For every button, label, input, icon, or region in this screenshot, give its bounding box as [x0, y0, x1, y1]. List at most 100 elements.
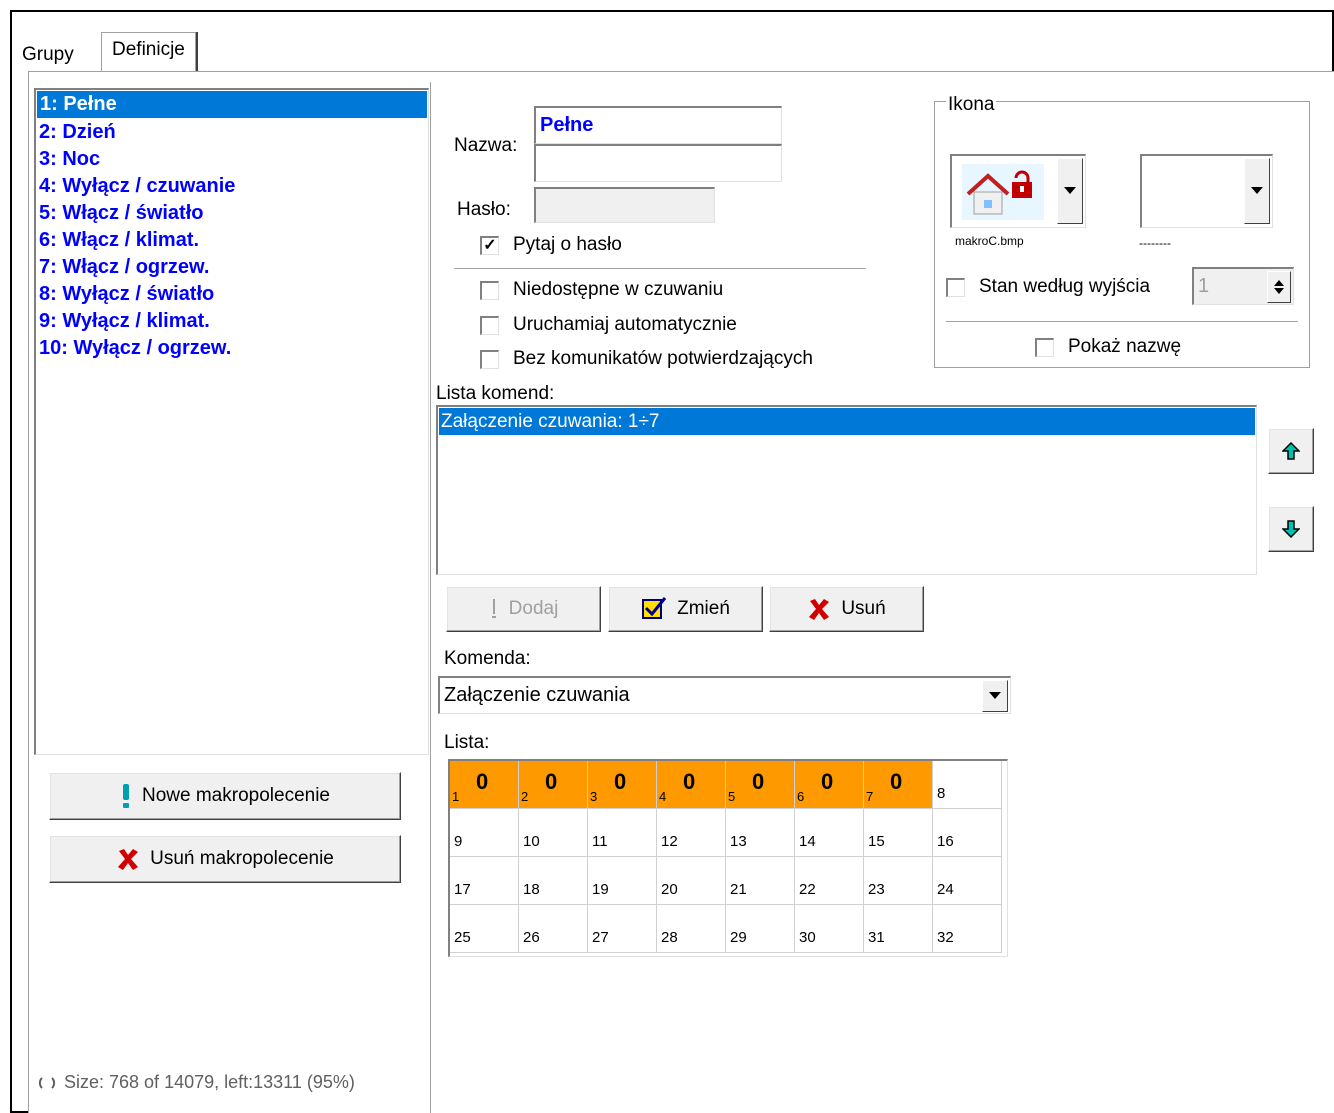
add-icon	[489, 597, 499, 621]
output-spinner[interactable]: 1	[1192, 267, 1294, 305]
grid-cell[interactable]: 19	[588, 857, 657, 905]
state-by-output-box[interactable]	[946, 277, 965, 297]
grid-cell[interactable]: 23	[864, 857, 933, 905]
list-item[interactable]: 8: Wyłącz / światło	[36, 281, 428, 308]
change-button[interactable]: Zmień	[608, 586, 763, 632]
command-list[interactable]: Załączenie czuwania: 1÷7	[436, 405, 1257, 575]
show-name-label: Pokaż nazwę	[1068, 336, 1182, 357]
grid-cell[interactable]: 13	[726, 809, 795, 857]
list-item[interactable]: 10: Wyłącz / ogrzew.	[36, 335, 428, 362]
output-value: 1	[1198, 275, 1210, 297]
command-list-item[interactable]: Załączenie czuwania: 1÷7	[439, 408, 1255, 435]
new-macro-button[interactable]: Nowe makropolecenie	[49, 772, 401, 820]
icon-select-2-dropdown[interactable]	[1244, 158, 1270, 224]
grid-cell[interactable]: 17	[450, 857, 519, 905]
grid-cell-number: 6	[797, 789, 805, 804]
tab-grupy[interactable]: Grupy	[14, 38, 82, 72]
command-select[interactable]: Załączenie czuwania	[438, 676, 1011, 714]
tab-definicje[interactable]: Definicje	[101, 32, 196, 72]
command-select-dropdown[interactable]	[982, 680, 1008, 712]
grid-cell-number: 24	[937, 881, 954, 898]
grid-cell[interactable]: 30	[795, 905, 864, 953]
icon-2-filename: --------	[1139, 236, 1171, 250]
grid-cell-number: 13	[730, 833, 747, 850]
grid-cell-number: 7	[866, 789, 874, 804]
ask-password-checkbox[interactable]: ✓ Pytaj o hasło	[480, 234, 622, 256]
grid-cell[interactable]: 28	[657, 905, 726, 953]
grid-cell[interactable]: 24	[933, 857, 1002, 905]
grid-cell-number: 17	[454, 881, 471, 898]
grid-cell-number: 3	[590, 789, 598, 804]
list-item[interactable]: 3: Noc	[36, 146, 428, 173]
grid-cell[interactable]: 31	[864, 905, 933, 953]
grid-cell-value: 0	[476, 769, 489, 794]
arrow-down-icon	[1282, 520, 1300, 538]
grid-cell[interactable]: 15	[864, 809, 933, 857]
icon-select-2[interactable]	[1140, 154, 1273, 228]
grid-cell-value: 0	[683, 769, 696, 794]
delete-macro-button[interactable]: Usuń makropolecenie	[49, 835, 401, 883]
grid-cell[interactable]: 26	[519, 905, 588, 953]
grid-cell[interactable]: 29	[726, 905, 795, 953]
status-text: Size: 768 of 14079, left:13311 (95%)	[64, 1072, 355, 1092]
list-item[interactable]: 1: Pełne	[36, 90, 428, 119]
name-field-2[interactable]	[534, 144, 782, 182]
grid-cell[interactable]: 10	[450, 761, 519, 809]
grid-cell[interactable]: 11	[588, 809, 657, 857]
macro-list[interactable]: 1: Pełne 2: Dzień 3: Noc 4: Wyłącz / czuwan…	[34, 88, 429, 755]
grid-cell[interactable]: 30	[588, 761, 657, 809]
list-item[interactable]: 7: Włącz / ogrzew.	[36, 254, 428, 281]
list-item[interactable]: 6: Włącz / klimat.	[36, 227, 428, 254]
icon-select-1[interactable]	[950, 154, 1086, 228]
partition-grid[interactable]: 1 0 2 0 3 0 4 0 5 0 6 0 7 0 8 9 10 11 12 13 14 15 16 17 18 19 20 21…	[448, 759, 1008, 957]
ask-password-box[interactable]: ✓	[480, 235, 499, 255]
password-field[interactable]	[534, 187, 715, 223]
unavailable-armed-label: Niedostępne w czuwaniu	[513, 279, 724, 300]
grid-cell-value: 0	[545, 769, 558, 794]
grid-cell[interactable]: 14	[795, 809, 864, 857]
no-confirm-box[interactable]	[480, 349, 499, 369]
state-by-output-checkbox[interactable]: Stan według wyjścia	[946, 276, 1150, 298]
grid-cell[interactable]: 9	[450, 809, 519, 857]
auto-run-checkbox[interactable]: Uruchamiaj automatycznie	[480, 314, 737, 336]
password-label: Hasło:	[457, 199, 511, 220]
unavailable-armed-checkbox[interactable]: Niedostępne w czuwaniu	[480, 279, 723, 301]
unavailable-armed-box[interactable]	[480, 280, 499, 300]
grid-cell[interactable]: 25	[450, 905, 519, 953]
list-item[interactable]: 9: Wyłącz / klimat.	[36, 308, 428, 335]
grid-cell[interactable]: 32	[933, 905, 1002, 953]
grid-cell-value: 0	[890, 769, 903, 794]
auto-run-box[interactable]	[480, 315, 499, 335]
grid-cell[interactable]: 12	[657, 809, 726, 857]
show-name-checkbox[interactable]: Pokaż nazwę	[1035, 336, 1181, 358]
icon-select-1-dropdown[interactable]	[1057, 158, 1083, 224]
list-item[interactable]: 4: Wyłącz / czuwanie	[36, 173, 428, 200]
show-name-box[interactable]	[1035, 337, 1054, 357]
move-down-button[interactable]	[1268, 506, 1314, 552]
grid-cell[interactable]: 20	[519, 761, 588, 809]
grid-cell-number: 1	[452, 789, 460, 804]
grid-cell[interactable]: 40	[657, 761, 726, 809]
grid-cell[interactable]: 8	[933, 761, 1002, 809]
grid-cell[interactable]: 50	[726, 761, 795, 809]
grid-cell[interactable]: 70	[864, 761, 933, 809]
name-field[interactable]: Pełne	[534, 106, 782, 144]
grid-cell[interactable]: 10	[519, 809, 588, 857]
grid-cell-number: 32	[937, 929, 954, 946]
grid-cell[interactable]: 60	[795, 761, 864, 809]
grid-cell[interactable]: 16	[933, 809, 1002, 857]
grid-cell[interactable]: 20	[657, 857, 726, 905]
list-item[interactable]: 5: Włącz / światło	[36, 200, 428, 227]
grid-cell-number: 31	[868, 929, 885, 946]
delete-command-button[interactable]: Usuń	[769, 586, 924, 632]
move-up-button[interactable]	[1268, 428, 1314, 474]
grid-cell[interactable]: 22	[795, 857, 864, 905]
no-confirm-checkbox[interactable]: Bez komunikatów potwierdzających	[480, 348, 813, 370]
grid-cell[interactable]: 27	[588, 905, 657, 953]
add-button[interactable]: Dodaj	[446, 586, 601, 632]
spinner-arrows[interactable]	[1267, 271, 1291, 303]
list-label: Lista:	[444, 732, 490, 753]
grid-cell[interactable]: 18	[519, 857, 588, 905]
grid-cell[interactable]: 21	[726, 857, 795, 905]
list-item[interactable]: 2: Dzień	[36, 119, 428, 146]
